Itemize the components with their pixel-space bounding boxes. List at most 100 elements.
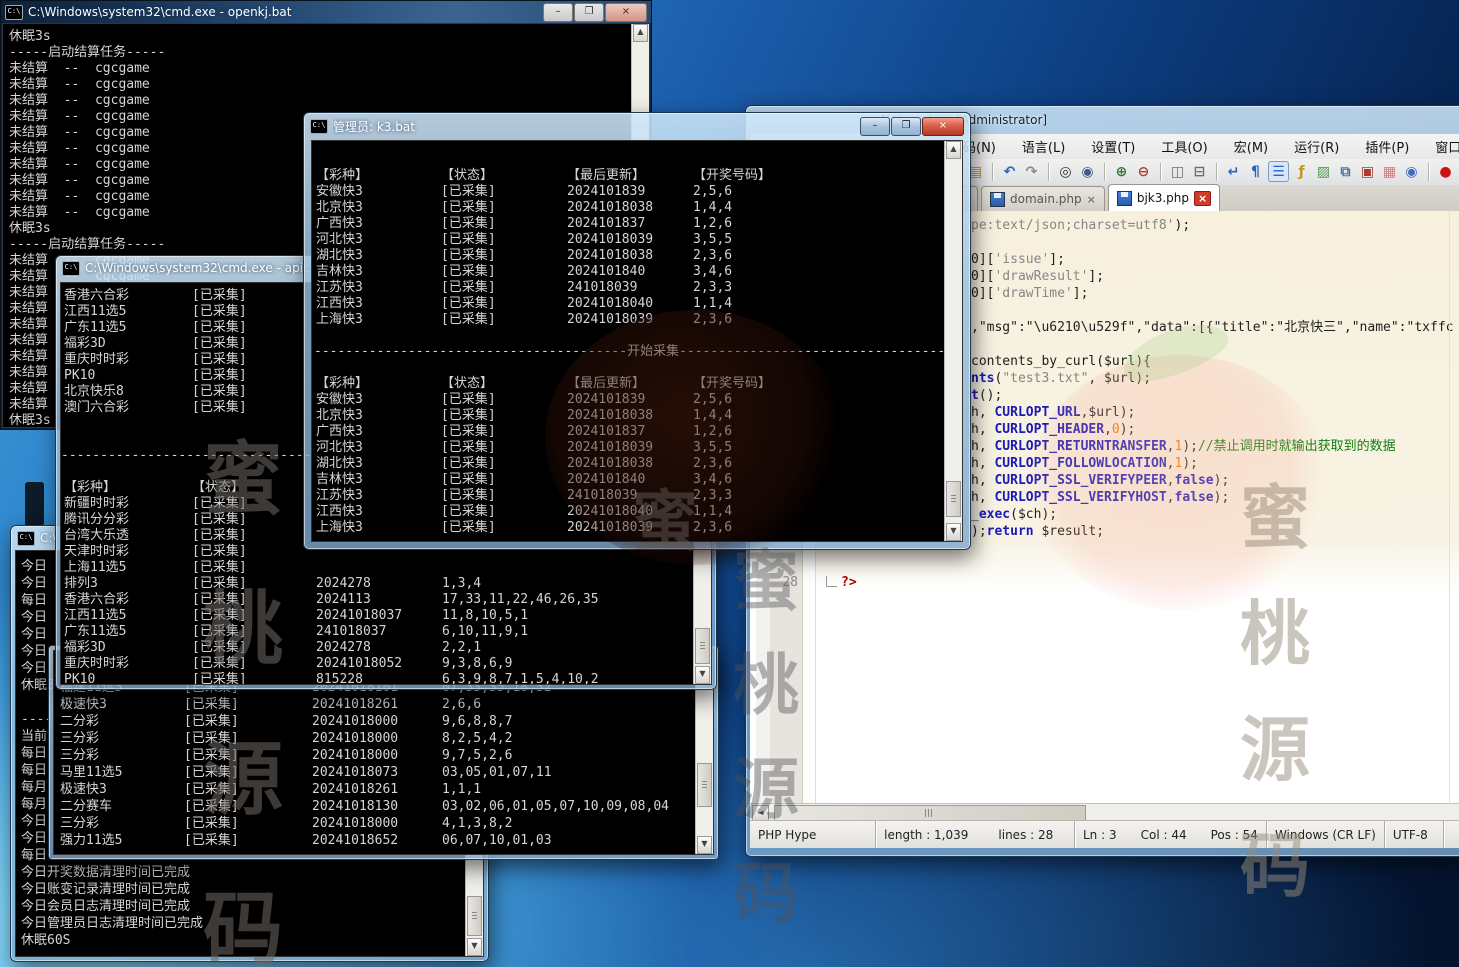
sync-horizontal-icon[interactable]: ⊟ [1190, 162, 1209, 181]
console-cell: [已采集] [192, 400, 247, 415]
menu-item-L[interactable]: 语言(L) [1022, 137, 1065, 156]
console-cell: 湖北快3 [316, 456, 363, 471]
tab-close-icon[interactable]: × [1194, 190, 1212, 206]
console-cell: 江苏快3 [316, 488, 363, 503]
indent-guide-icon[interactable]: ☰ [1268, 161, 1289, 182]
lottery-row: 安徽快3 [已采集] 2024101839 2,5,6 [314, 392, 962, 408]
console-cell: 吉林快3 [316, 472, 363, 487]
scroll-thumb[interactable] [774, 805, 1086, 821]
code-segment: CURLOPT_FOLLOWLOCATION [994, 456, 1167, 471]
monitor-icon[interactable]: ▣ [1358, 162, 1377, 181]
console-line: 休眠60S [21, 933, 71, 948]
console-line: 未结算 -- cgcgame [9, 77, 150, 92]
horizontal-scrollbar[interactable]: ◄ [750, 803, 1459, 821]
code-segment: "test3.txt" [1002, 371, 1089, 386]
console-cell: [已采集] [192, 368, 247, 383]
code-segment: ]; [1088, 269, 1105, 284]
console-cell: 天津时时彩 [64, 544, 130, 559]
maximize-button[interactable]: ❐ [574, 2, 604, 22]
console-cell: 香港六合彩 [64, 592, 130, 607]
lottery-row: 安徽快3 [已采集] 2024101839 2,5,6 [314, 184, 962, 200]
scroll-thumb[interactable] [946, 481, 961, 517]
console-cell: 【最后更新】 [567, 376, 646, 391]
console-cell: 1,3,4 [442, 576, 482, 591]
tab-bjk3.php[interactable]: bjk3.php × [1107, 184, 1221, 211]
console-cell: 北京快3 [316, 200, 363, 215]
desktop-icon-fragment[interactable] [25, 482, 44, 526]
replace-icon[interactable]: ◉ [1078, 162, 1097, 181]
menu-item-W[interactable]: 窗口(W) [1435, 137, 1459, 156]
console-cell: 241018039 [567, 280, 638, 295]
folder-workspace-icon[interactable]: ▦ [1380, 162, 1399, 181]
console-cell: 广西快3 [316, 424, 363, 439]
close-button[interactable]: × [922, 116, 964, 136]
code-line: );return $result; [971, 523, 1104, 540]
macro-record-icon[interactable]: ● [1436, 162, 1455, 181]
scroll-up-arrow[interactable]: ▲ [946, 141, 961, 159]
minimize-button[interactable]: – [860, 116, 890, 136]
code-segment: exec [978, 507, 1011, 522]
scroll-thumb[interactable] [695, 628, 710, 664]
scroll-down-arrow[interactable]: ▼ [467, 938, 482, 956]
code-segment: CURLOPT_SSL_VERIFYPEER [994, 473, 1167, 488]
console-cell: [已采集] [192, 560, 247, 575]
menu-item-P[interactable]: 插件(P) [1365, 137, 1409, 156]
code-line: ?> [841, 574, 857, 591]
titlebar-openkj[interactable]: C:\ C:\Windows\system32\cmd.exe - openkj… [1, 1, 651, 23]
console-cell: 3,4,6 [693, 264, 733, 279]
tab-domain.php[interactable]: domain.php × [981, 186, 1105, 211]
scroll-down-arrow[interactable]: ▼ [695, 666, 710, 684]
console-cell: 20241018040 [567, 296, 654, 311]
console-cell: 福彩3D [64, 336, 106, 351]
console-cell: 20241018000 [312, 731, 399, 746]
menu-item-M[interactable]: 宏(M) [1234, 137, 1268, 156]
scroll-thumb[interactable] [467, 896, 482, 936]
scroll-down-arrow[interactable]: ▼ [946, 523, 961, 541]
scroll-up-arrow[interactable]: ▲ [633, 24, 648, 42]
doc-switcher-icon[interactable]: ⧉ [1336, 162, 1355, 181]
code-segment: CURLOPT_RETURNTRANSFER [994, 439, 1167, 454]
show-all-chars-icon[interactable]: ¶ [1246, 162, 1265, 181]
scroll-left-arrow[interactable]: ◄ [752, 805, 769, 821]
code-segment: 'drawTime' [994, 286, 1073, 301]
console-cell: 20241018261 [312, 697, 399, 712]
sync-vertical-icon[interactable]: ◫ [1168, 162, 1187, 181]
close-button[interactable]: × [605, 2, 647, 22]
function-list-icon[interactable]: ƒ [1292, 162, 1311, 181]
code-segment: h, [971, 439, 995, 454]
console-cell: [已采集] [184, 714, 239, 729]
undo-icon[interactable]: ↶ [1000, 162, 1019, 181]
cmd-icon: C:\ [310, 118, 328, 134]
code-segment: _ [971, 507, 979, 522]
menu-item-O[interactable]: 工具(O) [1161, 137, 1207, 156]
document-map-icon[interactable]: ▨ [1314, 162, 1333, 181]
console-cell: [已采集] [192, 576, 247, 591]
code-segment: ); [1213, 473, 1230, 488]
redo-icon[interactable]: ↷ [1022, 162, 1041, 181]
status-encoding: UTF-8 [1385, 821, 1444, 848]
console-cell: 极速快3 [60, 782, 107, 797]
console-cell: [已采集] [441, 472, 496, 487]
code-segment: h, [971, 456, 995, 471]
find-icon[interactable]: ◎ [1056, 162, 1075, 181]
scroll-thumb[interactable] [697, 763, 712, 807]
code-segment: ); [971, 524, 987, 539]
menu-item-T[interactable]: 设置(T) [1091, 137, 1135, 156]
console-cell: 【状态】 [441, 168, 494, 183]
preview-eye-icon[interactable]: ◉ [1402, 162, 1421, 181]
minimize-button[interactable]: – [543, 2, 573, 22]
tab-close-icon[interactable]: × [1087, 193, 1096, 206]
scrollbar-k3[interactable]: ▲ ▼ [944, 141, 962, 541]
console-cell: 1,1,1 [442, 782, 482, 797]
zoom-out-icon[interactable]: ⊖ [1134, 162, 1153, 181]
console-cell: 1,4,4 [693, 408, 733, 423]
word-wrap-icon[interactable]: ↵ [1224, 162, 1243, 181]
window-title: 管理员: k3.bat [333, 119, 415, 134]
code-line: 0]['issue']; [971, 251, 1065, 268]
code-segment: , [1104, 422, 1112, 437]
scroll-down-arrow[interactable]: ▼ [697, 836, 712, 854]
zoom-in-icon[interactable]: ⊕ [1112, 162, 1131, 181]
restore-button[interactable]: ❐ [891, 116, 921, 136]
titlebar-k3[interactable]: C:\ 管理员: k3.bat – ❐ × [304, 113, 970, 139]
menu-item-R[interactable]: 运行(R) [1294, 137, 1339, 156]
